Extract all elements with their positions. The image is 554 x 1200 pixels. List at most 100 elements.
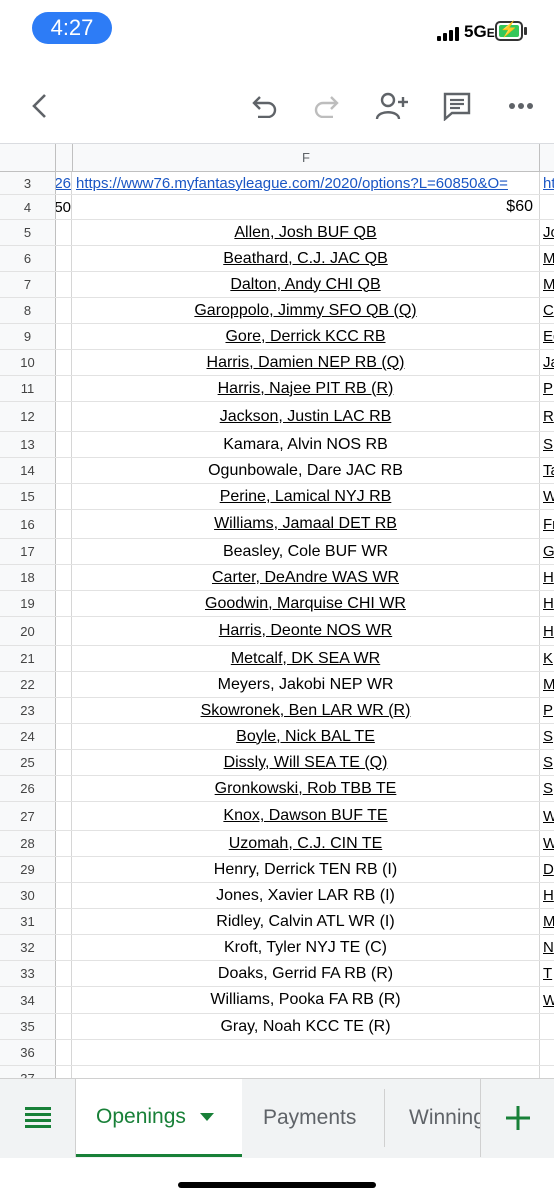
row-number[interactable]: 20 bbox=[0, 617, 56, 645]
cell-g[interactable]: M bbox=[540, 246, 554, 271]
dropdown-triangle-icon[interactable] bbox=[199, 1112, 214, 1121]
row-number[interactable]: 33 bbox=[0, 961, 56, 986]
cell-e[interactable] bbox=[56, 324, 72, 349]
cell-e[interactable] bbox=[56, 1014, 72, 1039]
cell-f[interactable]: Williams, Pooka FA RB (R) bbox=[72, 987, 540, 1013]
cell-f[interactable]: Beasley, Cole BUF WR bbox=[72, 539, 540, 564]
cell-g[interactable]: W bbox=[540, 484, 554, 509]
cell-e[interactable] bbox=[56, 961, 72, 986]
row-number[interactable]: 24 bbox=[0, 724, 56, 749]
cell-f[interactable]: Knox, Dawson BUF TE bbox=[72, 802, 540, 830]
cell-f[interactable]: Kamara, Alvin NOS RB bbox=[72, 432, 540, 457]
row-number[interactable]: 11 bbox=[0, 376, 56, 401]
cell-f[interactable]: Beathard, C.J. JAC QB bbox=[72, 246, 540, 271]
cell-e[interactable] bbox=[56, 1066, 72, 1078]
cell-g[interactable]: C bbox=[540, 298, 554, 323]
row-number[interactable]: 13 bbox=[0, 432, 56, 457]
comment-icon[interactable] bbox=[439, 88, 475, 124]
add-person-icon[interactable] bbox=[374, 88, 410, 124]
cell-g[interactable]: W bbox=[540, 987, 554, 1013]
cell-f[interactable]: Henry, Derrick TEN RB (I) bbox=[72, 857, 540, 882]
cell-e[interactable] bbox=[56, 376, 72, 401]
sheets-list-icon[interactable] bbox=[0, 1079, 76, 1157]
cell-g[interactable]: M bbox=[540, 672, 554, 697]
undo-icon[interactable] bbox=[246, 88, 282, 124]
cell-f[interactable]: Perine, Lamical NYJ RB bbox=[72, 484, 540, 509]
cell-g[interactable]: S bbox=[540, 776, 554, 801]
cell-f[interactable]: Carter, DeAndre WAS WR bbox=[72, 565, 540, 590]
cell-g[interactable]: ht bbox=[540, 172, 554, 194]
cell-g[interactable]: H bbox=[540, 591, 554, 616]
cell-e[interactable] bbox=[56, 272, 72, 297]
cell-f[interactable] bbox=[72, 1040, 540, 1065]
spreadsheet-grid[interactable]: F 326https://www76.myfantasyleague.com/2… bbox=[0, 143, 554, 1078]
tab-winnings[interactable]: Winnings bbox=[385, 1079, 480, 1157]
more-horizontal-icon[interactable] bbox=[503, 88, 539, 124]
cell-f[interactable]: Gore, Derrick KCC RB bbox=[72, 324, 540, 349]
cell-e[interactable] bbox=[56, 698, 72, 723]
row-number[interactable]: 21 bbox=[0, 646, 56, 671]
cell-f[interactable]: Kroft, Tyler NYJ TE (C) bbox=[72, 935, 540, 960]
cell-g[interactable]: Ed bbox=[540, 324, 554, 349]
cell-g[interactable]: G bbox=[540, 539, 554, 564]
row-number[interactable]: 7 bbox=[0, 272, 56, 297]
cell-f[interactable]: Williams, Jamaal DET RB bbox=[72, 510, 540, 538]
cell-e[interactable] bbox=[56, 539, 72, 564]
cell-g[interactable]: S bbox=[540, 432, 554, 457]
cell-e[interactable] bbox=[56, 350, 72, 375]
row-number[interactable]: 15 bbox=[0, 484, 56, 509]
cell-g[interactable]: T bbox=[540, 961, 554, 986]
cell-g[interactable]: S bbox=[540, 724, 554, 749]
cell-f[interactable]: Allen, Josh BUF QB bbox=[72, 220, 540, 245]
cell-f[interactable]: Goodwin, Marquise CHI WR bbox=[72, 591, 540, 616]
cell-e[interactable] bbox=[56, 432, 72, 457]
row-number[interactable]: 12 bbox=[0, 402, 56, 431]
cell-g[interactable]: Jo bbox=[540, 220, 554, 245]
add-sheet-button[interactable] bbox=[480, 1079, 554, 1157]
cell-f[interactable]: Boyle, Nick BAL TE bbox=[72, 724, 540, 749]
cell-f[interactable]: Jones, Xavier LAR RB (I) bbox=[72, 883, 540, 908]
cell-e[interactable] bbox=[56, 987, 72, 1013]
cell-g[interactable]: K bbox=[540, 646, 554, 671]
row-number[interactable]: 4 bbox=[0, 195, 56, 219]
cell-f[interactable]: Meyers, Jakobi NEP WR bbox=[72, 672, 540, 697]
cell-g[interactable]: M bbox=[540, 272, 554, 297]
row-number[interactable]: 35 bbox=[0, 1014, 56, 1039]
row-number[interactable]: 25 bbox=[0, 750, 56, 775]
row-number[interactable]: 27 bbox=[0, 802, 56, 830]
cell-e[interactable] bbox=[56, 565, 72, 590]
cell-g[interactable]: H bbox=[540, 565, 554, 590]
cell-e[interactable] bbox=[56, 484, 72, 509]
cell-e[interactable] bbox=[56, 591, 72, 616]
cell-e[interactable] bbox=[56, 510, 72, 538]
cell-f[interactable]: Dissly, Will SEA TE (Q) bbox=[72, 750, 540, 775]
row-number[interactable]: 22 bbox=[0, 672, 56, 697]
cell-e[interactable] bbox=[56, 802, 72, 830]
cell-e[interactable] bbox=[56, 909, 72, 934]
cell-e[interactable] bbox=[56, 776, 72, 801]
row-number[interactable]: 26 bbox=[0, 776, 56, 801]
cell-f[interactable]: Jackson, Justin LAC RB bbox=[72, 402, 540, 431]
tab-openings[interactable]: Openings bbox=[76, 1079, 242, 1157]
row-number[interactable]: 16 bbox=[0, 510, 56, 538]
row-number[interactable]: 5 bbox=[0, 220, 56, 245]
cell-e[interactable] bbox=[56, 646, 72, 671]
column-header-f[interactable]: F bbox=[72, 144, 540, 172]
cell-g[interactable]: Fr bbox=[540, 510, 554, 538]
row-number[interactable]: 14 bbox=[0, 458, 56, 483]
row-number[interactable]: 30 bbox=[0, 883, 56, 908]
cell-e[interactable] bbox=[56, 724, 72, 749]
cell-g[interactable]: Ta bbox=[540, 458, 554, 483]
cell-g[interactable]: W bbox=[540, 802, 554, 830]
row-number[interactable]: 29 bbox=[0, 857, 56, 882]
cell-e[interactable] bbox=[56, 750, 72, 775]
row-number[interactable]: 31 bbox=[0, 909, 56, 934]
cell-g[interactable]: P bbox=[540, 698, 554, 723]
row-number[interactable]: 32 bbox=[0, 935, 56, 960]
redo-icon[interactable] bbox=[309, 88, 345, 124]
row-number[interactable]: 37 bbox=[0, 1066, 56, 1078]
cell-f[interactable]: Uzomah, C.J. CIN TE bbox=[72, 831, 540, 856]
cell-e[interactable] bbox=[56, 298, 72, 323]
cell-e[interactable] bbox=[56, 220, 72, 245]
row-number[interactable]: 9 bbox=[0, 324, 56, 349]
